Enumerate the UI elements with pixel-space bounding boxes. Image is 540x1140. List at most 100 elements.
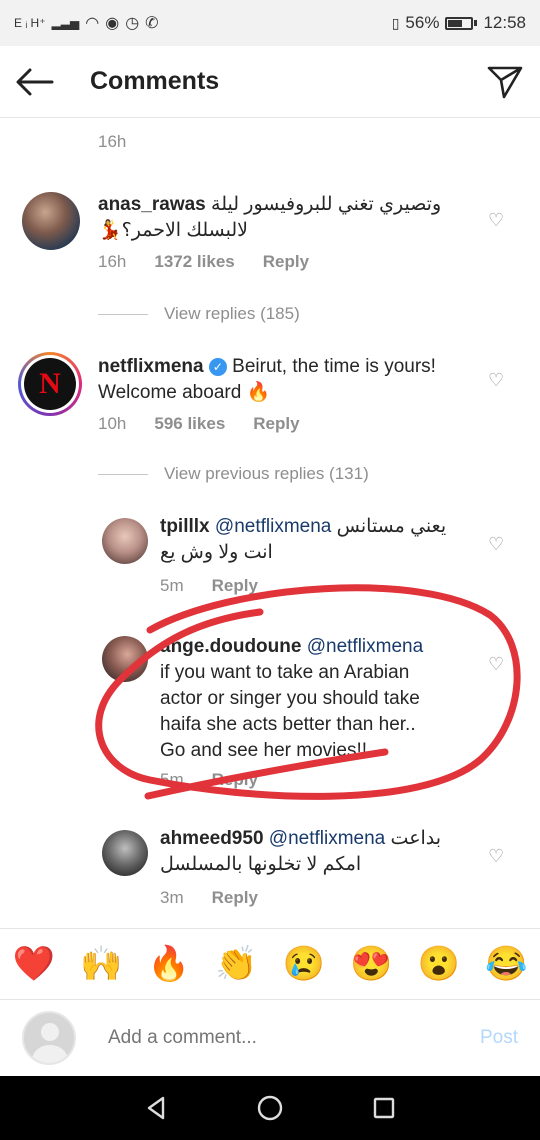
reply-meta: 5m Reply <box>160 770 258 790</box>
reply-body: ange.doudoune @netflixmena if you want t… <box>160 634 480 764</box>
emoji-surprised[interactable]: 😮 <box>418 944 460 984</box>
reply-text-line: if you want to take an Arabian <box>160 662 410 683</box>
reply-mention[interactable]: @netflixmena <box>215 516 331 537</box>
share-button[interactable] <box>470 46 540 118</box>
recents-square-icon[interactable] <box>371 1095 397 1121</box>
eye-icon: ◉ <box>105 15 120 32</box>
system-nav-bar <box>0 1076 540 1140</box>
signal-icon: ▂▃▅ <box>51 16 80 30</box>
reply-text-line2: انت ولا وش يع <box>160 542 273 563</box>
status-right: ▯ 56% 12:58 <box>392 13 526 33</box>
reply-username[interactable]: tpilllx <box>160 516 210 537</box>
comment-item: N netflixmena ✓ Beirut, the time is your… <box>0 340 540 500</box>
emoji-crying[interactable]: 😢 <box>283 944 325 984</box>
avatar[interactable] <box>102 636 148 682</box>
view-previous-replies-button[interactable]: View previous replies (131) <box>98 464 369 484</box>
avatar[interactable] <box>22 192 80 250</box>
wifi-icon: ◠ <box>85 15 100 32</box>
status-bar: E ᵢ H⁺ ▂▃▅ ◠ ◉ ◷ ✆ ▯ 56% 12:58 <box>0 0 540 46</box>
back-triangle-icon[interactable] <box>143 1095 169 1121</box>
comment-input[interactable] <box>108 1027 480 1049</box>
reply-mention[interactable]: @netflixmena <box>269 828 385 849</box>
reply-meta: 3m Reply <box>160 888 258 908</box>
reply-mention[interactable]: @netflixmena <box>307 636 423 657</box>
emoji-heart-eyes[interactable]: 😍 <box>350 944 392 984</box>
emoji-raised-hands[interactable]: 🙌 <box>80 944 122 984</box>
heart-icon[interactable]: ♡ <box>488 654 508 674</box>
netflix-logo-icon: N <box>24 358 76 410</box>
reply-item: tpilllx @netflixmena يعني مستانس انت ولا… <box>0 500 540 600</box>
story-ring[interactable]: N <box>18 352 82 416</box>
reply-text-line: Go and see her movies!! <box>160 740 367 761</box>
comment-meta: 10h 596 likes Reply <box>98 414 300 434</box>
emoji-laughing[interactable]: 😂 <box>485 944 527 984</box>
home-circle-icon[interactable] <box>256 1094 284 1122</box>
reply-meta: 5m Reply <box>160 576 258 596</box>
comment-time: 16h <box>98 252 127 271</box>
battery-percent: 56% <box>405 13 440 32</box>
clock: 12:58 <box>483 13 526 32</box>
reply-button[interactable]: Reply <box>263 252 309 272</box>
comment-text: Beirut, the time is yours! <box>232 356 436 377</box>
whatsapp-icon: ✆ <box>145 15 159 32</box>
reply-text: يعني مستانس <box>336 516 447 537</box>
avatar[interactable] <box>102 518 148 564</box>
reply-item: ahmeed950 @netflixmena بداعت امكم لا تخل… <box>0 812 540 922</box>
view-replies-label: View replies (185) <box>164 304 300 323</box>
comment-time: 10h <box>98 414 127 433</box>
view-replies-label: View previous replies (131) <box>164 464 369 483</box>
battery-icon <box>445 16 474 30</box>
reply-username[interactable]: ange.doudoune <box>160 636 301 657</box>
comment-likes[interactable]: 1372 likes <box>154 252 234 272</box>
paper-plane-icon <box>487 66 523 98</box>
emoji-clap[interactable]: 👏 <box>215 944 257 984</box>
reply-button[interactable]: Reply <box>212 770 258 790</box>
reply-button[interactable]: Reply <box>212 888 258 908</box>
divider-line <box>98 473 148 475</box>
status-left: E ᵢ H⁺ ▂▃▅ ◠ ◉ ◷ ✆ <box>14 13 159 33</box>
back-button[interactable] <box>0 46 70 118</box>
comment-item: anas_rawas وتصيري تغني للبروفيسور ليلة ل… <box>0 180 540 340</box>
comment-body: netflixmena ✓ Beirut, the time is yours!… <box>98 354 478 406</box>
page-title: Comments <box>90 67 220 95</box>
emoji-quick-bar: ❤️ 🙌 🔥 👏 😢 😍 😮 😂 <box>0 928 540 1000</box>
heart-icon[interactable]: ♡ <box>488 210 508 230</box>
reply-text: بداعت <box>390 828 442 849</box>
comment-username[interactable]: netflixmena <box>98 356 204 377</box>
emoji-heart[interactable]: ❤️ <box>13 944 55 984</box>
emoji-fire[interactable]: 🔥 <box>148 944 190 984</box>
reply-button[interactable]: Reply <box>212 576 258 596</box>
reply-body: tpilllx @netflixmena يعني مستانس انت ولا… <box>160 514 480 566</box>
comment-body: anas_rawas وتصيري تغني للبروفيسور ليلة ل… <box>98 192 478 244</box>
comment-text-line2: لالبسلك الاحمر؟💃 <box>98 220 248 241</box>
comment-composer: Post <box>0 1000 540 1076</box>
network-indicator: E ᵢ H⁺ <box>14 16 46 30</box>
reply-button[interactable]: Reply <box>253 414 299 434</box>
user-avatar <box>22 1011 76 1065</box>
header-bar: Comments <box>0 46 540 118</box>
verified-badge-icon: ✓ <box>208 358 227 376</box>
view-replies-button[interactable]: View replies (185) <box>98 304 300 324</box>
reply-text-line: haifa she acts better than her.. <box>160 714 416 735</box>
comment-item: 16h <box>0 118 540 168</box>
vibrate-icon: ▯ <box>391 14 400 31</box>
comment-time: 16h <box>98 132 127 151</box>
reply-item: ange.doudoune @netflixmena if you want t… <box>0 620 540 790</box>
heart-icon[interactable]: ♡ <box>488 534 508 554</box>
comment-text-line2: Welcome aboard 🔥 <box>98 382 271 403</box>
arrow-left-icon <box>16 68 54 95</box>
alarm-icon: ◷ <box>125 15 140 32</box>
avatar[interactable] <box>102 830 148 876</box>
reply-username[interactable]: ahmeed950 <box>160 828 264 849</box>
post-button[interactable]: Post <box>480 1027 518 1049</box>
comment-username[interactable]: anas_rawas <box>98 194 206 215</box>
comment-meta: 16h 1372 likes Reply <box>98 252 309 272</box>
comments-feed[interactable]: 16h anas_rawas وتصيري تغني للبروفيسور لي… <box>0 118 540 928</box>
heart-icon[interactable]: ♡ <box>488 846 508 866</box>
comment-likes[interactable]: 596 likes <box>154 414 225 434</box>
divider-line <box>98 313 148 315</box>
reply-text-line: actor or singer you should take <box>160 688 420 709</box>
reply-time: 5m <box>160 770 184 789</box>
heart-icon[interactable]: ♡ <box>488 370 508 390</box>
reply-text-line2: امكم لا تخلونها بالمسلسل <box>160 854 362 875</box>
